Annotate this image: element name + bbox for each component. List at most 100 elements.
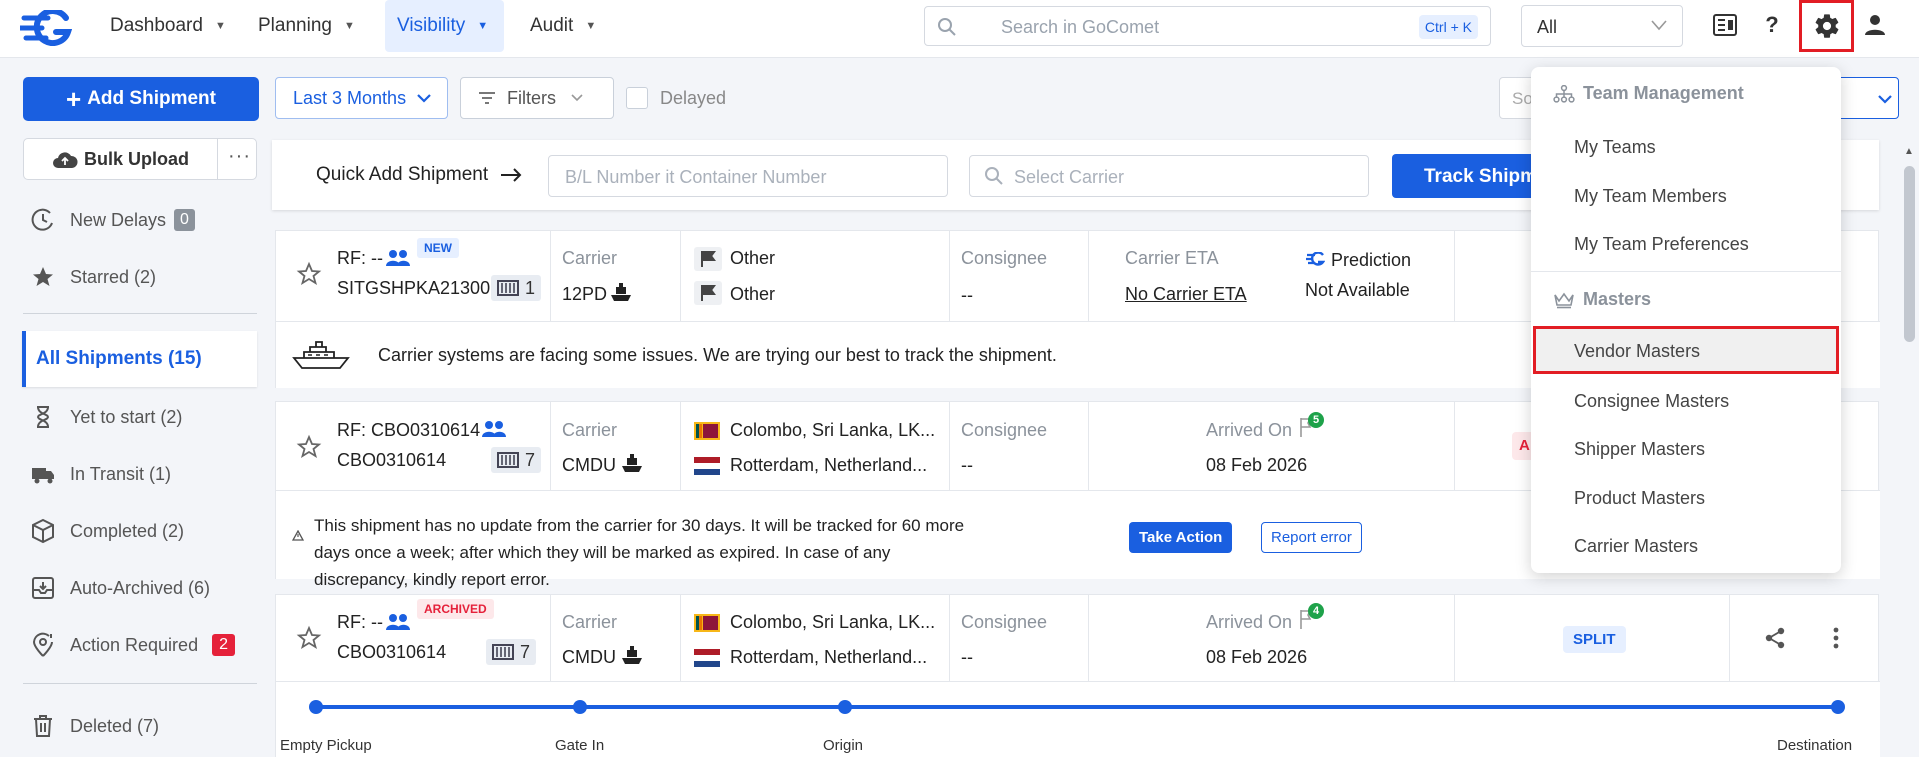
take-action-button[interactable]: Take Action [1129, 522, 1233, 553]
search-icon [985, 167, 1003, 185]
menu-item-vendor-masters[interactable]: Vendor Masters [1574, 341, 1700, 362]
star-outline-icon[interactable] [296, 434, 322, 460]
nav-planning[interactable]: Planning ▼ [246, 0, 367, 52]
bulk-upload-button[interactable]: Bulk Upload [52, 149, 189, 170]
chevron-down-icon [571, 94, 583, 102]
nav-visibility[interactable]: Visibility ▼ [385, 0, 504, 52]
new-badge: NEW [417, 238, 459, 258]
team-icon [386, 614, 410, 630]
gocomet-logo-icon[interactable] [20, 10, 72, 46]
sidebar-item-deleted[interactable]: Deleted (7) [30, 711, 159, 741]
sri-lanka-flag-icon [694, 422, 720, 440]
container-icon [497, 452, 519, 468]
sidebar-item-new-delays[interactable]: New Delays 0 [30, 205, 195, 235]
flag-icon [694, 281, 722, 305]
settings-button[interactable] [1799, 0, 1854, 52]
crown-icon [1554, 292, 1574, 308]
menu-item-my-teams[interactable]: My Teams [1574, 137, 1656, 158]
nav-dashboard[interactable]: Dashboard ▼ [98, 0, 238, 52]
cruise-ship-icon [292, 341, 350, 369]
action-required-count-badge: 2 [212, 634, 235, 656]
team-icon [386, 250, 410, 266]
container-icon [497, 280, 519, 296]
timeline-milestone [573, 700, 587, 714]
trash-icon [34, 715, 52, 737]
timeline-milestone [309, 700, 323, 714]
hierarchy-icon [1553, 84, 1575, 103]
team-management-header: Team Management [1553, 83, 1744, 104]
report-error-button[interactable]: Report error [1261, 522, 1362, 553]
package-icon [32, 518, 54, 544]
sidebar-item-yet-to-start[interactable]: Yet to start (2) [30, 402, 182, 432]
split-status-badge: SPLIT [1563, 626, 1626, 653]
star-outline-icon[interactable] [296, 625, 322, 651]
delayed-checkbox[interactable]: Delayed [626, 87, 726, 109]
ship-icon [622, 646, 642, 664]
container-icon [492, 644, 514, 660]
star-outline-icon[interactable] [296, 261, 322, 287]
quick-add-title: Quick Add Shipment [316, 164, 522, 186]
sidebar-item-starred[interactable]: Starred (2) [30, 262, 156, 292]
bulk-upload-group: Bulk Upload ··· [23, 138, 257, 180]
top-nav-bar: Dashboard ▼ Planning ▼ Visibility ▼ Audit ▼ … [0, 0, 1919, 58]
menu-item-my-team-preferences[interactable]: My Team Preferences [1574, 234, 1749, 255]
menu-item-shipper-masters[interactable]: Shipper Masters [1574, 439, 1705, 460]
date-range-dropdown[interactable]: Last 3 Months [275, 77, 448, 119]
settings-menu: Team Management My Teams My Team Members… [1531, 67, 1841, 573]
timeline-label: Destination [1777, 737, 1853, 754]
netherlands-flag-icon [694, 457, 720, 475]
chevron-down-icon [417, 94, 431, 103]
caret-down-icon: ▼ [343, 20, 355, 32]
share-icon[interactable] [1764, 627, 1786, 649]
sidebar-item-auto-archived[interactable]: Auto-Archived (6) [30, 573, 210, 603]
menu-item-consignee-masters[interactable]: Consignee Masters [1574, 391, 1729, 412]
netherlands-flag-icon [694, 649, 720, 667]
masters-header: Masters [1553, 289, 1651, 310]
location-alert-icon [32, 632, 53, 657]
sidebar-item-in-transit[interactable]: In Transit (1) [30, 459, 171, 489]
more-vertical-icon[interactable] [1832, 627, 1840, 649]
menu-item-product-masters[interactable]: Product Masters [1574, 488, 1705, 509]
warning-icon [292, 530, 304, 541]
filter-icon [479, 92, 495, 104]
news-icon[interactable] [1712, 12, 1738, 38]
help-icon[interactable]: ? [1759, 12, 1785, 38]
timeline-label: Origin [823, 737, 864, 754]
container-count: 7 [491, 447, 542, 473]
star-icon [33, 267, 53, 286]
nav-audit[interactable]: Audit ▼ [518, 0, 608, 52]
caret-down-icon: ▼ [477, 20, 489, 32]
global-search-input[interactable]: Search in GoComet Ctrl + K [924, 6, 1491, 46]
menu-item-my-team-members[interactable]: My Team Members [1574, 186, 1727, 207]
scroll-up-icon[interactable]: ▲ [1904, 146, 1914, 157]
shipment-card: RF: -- ARCHIVED CBO0310614 7 Carrier CMD… [275, 594, 1880, 757]
arrow-right-icon [501, 168, 522, 182]
carrier-select[interactable]: Select Carrier [969, 155, 1369, 197]
truck-icon [32, 468, 54, 484]
new-delays-count-badge: 0 [174, 209, 195, 231]
scope-select[interactable]: All [1521, 5, 1683, 47]
gear-icon [1815, 14, 1838, 38]
container-count: 7 [486, 639, 537, 665]
scrollbar-thumb[interactable] [1904, 166, 1915, 342]
update-count-badge: 4 [1308, 603, 1324, 619]
update-count-badge: 5 [1308, 412, 1324, 428]
more-options-icon[interactable]: ··· [228, 145, 251, 168]
shipment-timeline [315, 705, 1839, 709]
filters-dropdown[interactable]: Filters [460, 77, 614, 119]
sidebar-item-action-required[interactable]: Action Required 2 [30, 630, 235, 660]
chevron-down-icon [1651, 20, 1667, 31]
user-avatar-icon[interactable] [1862, 12, 1888, 38]
sidebar-item-completed[interactable]: Completed (2) [30, 516, 184, 546]
ship-icon [611, 283, 631, 301]
bl-container-input[interactable]: B/L Number it Container Number [548, 155, 948, 197]
search-icon [938, 18, 956, 36]
menu-item-carrier-masters[interactable]: Carrier Masters [1574, 536, 1698, 557]
sidebar-item-all-shipments[interactable]: All Shipments (15) [22, 331, 257, 387]
hourglass-icon [36, 406, 50, 428]
search-placeholder: Search in GoComet [1001, 17, 1160, 37]
timeline-label: Gate In [555, 737, 605, 754]
archive-icon [32, 577, 54, 599]
no-carrier-eta-link[interactable]: No Carrier ETA [1125, 284, 1247, 305]
add-shipment-button[interactable]: + Add Shipment [23, 77, 259, 121]
